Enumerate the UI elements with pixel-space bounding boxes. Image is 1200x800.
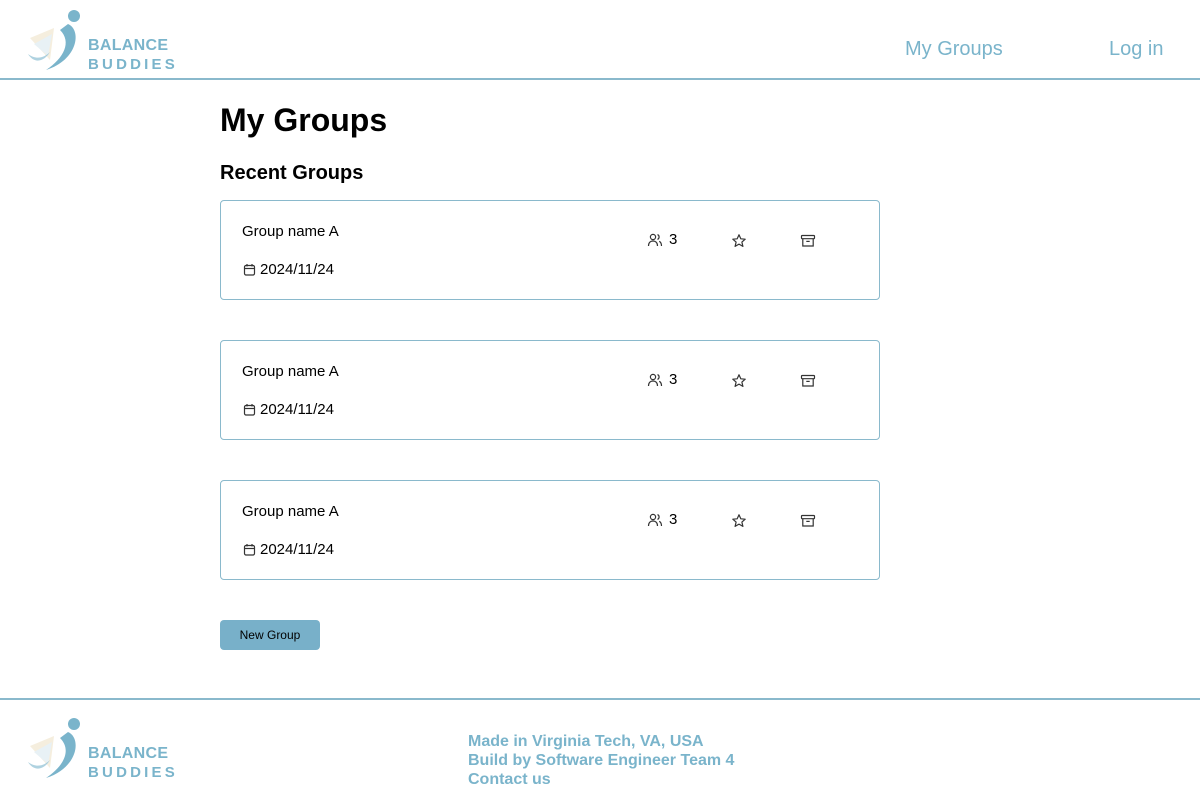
group-card[interactable]: Group name A 2024/11/24 3	[220, 480, 880, 580]
members-count-text: 3	[669, 511, 678, 528]
archive-button[interactable]	[800, 513, 816, 534]
footer-logo[interactable]: BALANCE BUDDIES	[24, 716, 178, 780]
header: BALANCE BUDDIES My Groups Log in	[0, 0, 1200, 80]
star-icon	[732, 514, 746, 527]
logo-text-balance: BALANCE	[88, 37, 169, 54]
group-date: 2024/11/24	[243, 261, 334, 278]
archive-button[interactable]	[800, 373, 816, 394]
page-title: My Groups	[220, 102, 388, 138]
members-count-text: 3	[669, 231, 678, 248]
group-name: Group name A	[242, 503, 339, 520]
calendar-icon	[243, 264, 256, 276]
group-date: 2024/11/24	[243, 401, 334, 418]
archive-icon	[800, 374, 816, 387]
members-count[interactable]: 3	[647, 231, 677, 248]
group-date-text: 2024/11/24	[260, 261, 334, 278]
members-count[interactable]: 3	[647, 511, 677, 528]
calendar-icon	[243, 544, 256, 556]
group-card[interactable]: Group name A 2024/11/24 3	[220, 340, 880, 440]
users-icon	[647, 513, 663, 526]
group-name: Group name A	[242, 223, 339, 240]
nav-my-groups-link[interactable]: My Groups	[905, 38, 1003, 61]
star-icon	[732, 234, 746, 247]
archive-button[interactable]	[800, 233, 816, 254]
favorite-button[interactable]	[731, 233, 747, 254]
group-date-text: 2024/11/24	[260, 401, 334, 418]
calendar-icon	[243, 404, 256, 416]
favorite-button[interactable]	[731, 373, 747, 394]
group-card[interactable]: Group name A 2024/11/24 3	[220, 200, 880, 300]
archive-icon	[800, 514, 816, 527]
favorite-button[interactable]	[731, 513, 747, 534]
balance-buddies-logo-icon	[28, 10, 80, 70]
logo-text-balance: BALANCE	[88, 745, 169, 762]
users-icon	[647, 373, 663, 386]
footer-credit-text: Build by Software Engineer Team 4	[468, 752, 735, 769]
members-count[interactable]: 3	[647, 371, 677, 388]
archive-icon	[800, 234, 816, 247]
footer: BALANCE BUDDIES Made in Virginia Tech, V…	[0, 698, 1200, 800]
users-icon	[647, 233, 663, 246]
nav-login-link[interactable]: Log in	[1109, 38, 1164, 61]
group-name: Group name A	[242, 363, 339, 380]
footer-location-text: Made in Virginia Tech, VA, USA	[468, 733, 704, 750]
members-count-text: 3	[669, 371, 678, 388]
logo-text-buddies: BUDDIES	[88, 56, 178, 73]
header-logo[interactable]: BALANCE BUDDIES	[24, 8, 178, 72]
star-icon	[732, 374, 746, 387]
balance-buddies-logo-icon	[28, 718, 80, 778]
contact-us-link[interactable]: Contact us	[468, 770, 734, 789]
new-group-button[interactable]: New Group	[220, 620, 320, 650]
group-date: 2024/11/24	[243, 541, 334, 558]
logo-text-buddies: BUDDIES	[88, 764, 178, 781]
group-date-text: 2024/11/24	[260, 541, 334, 558]
footer-info: Made in Virginia Tech, VA, USA Build by …	[468, 732, 734, 789]
section-title-recent-groups: Recent Groups	[220, 162, 364, 184]
